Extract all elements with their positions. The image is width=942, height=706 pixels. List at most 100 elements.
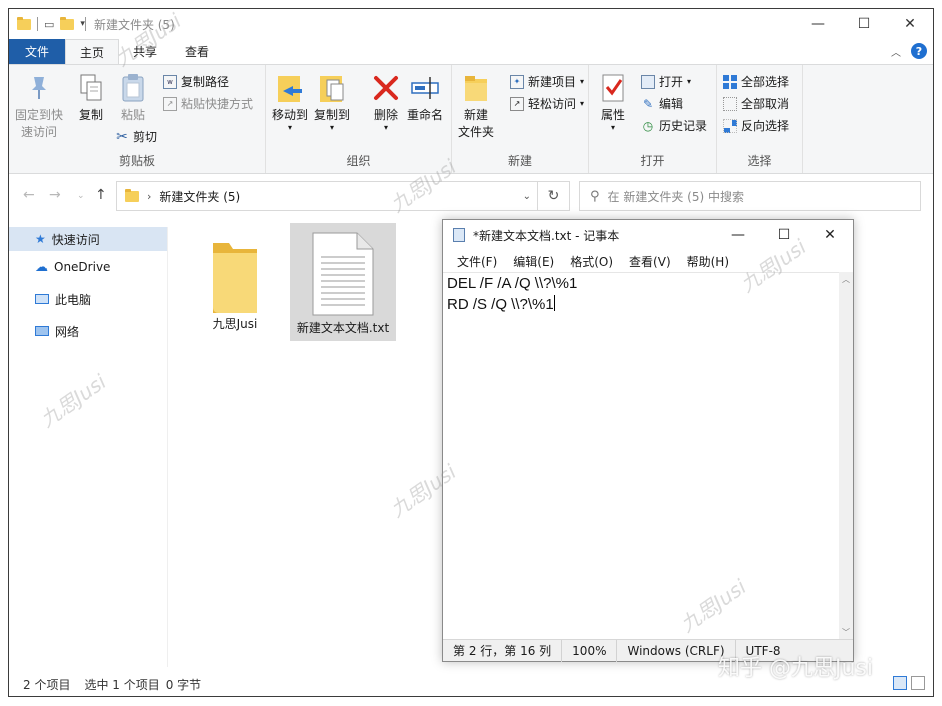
nav-item-this-pc[interactable]: 此电脑 xyxy=(9,283,167,315)
menu-format[interactable]: 格式(O) xyxy=(562,253,621,270)
move-to-icon xyxy=(274,71,306,105)
nav-item-label: 此电脑 xyxy=(55,292,92,307)
scroll-down-icon[interactable]: ﹀ xyxy=(842,627,850,638)
file-name: 新建文本文档.txt xyxy=(296,321,390,335)
forward-arrow-icon[interactable]: → xyxy=(49,187,61,203)
copy-path-label: 复制路径 xyxy=(181,75,230,89)
new-folder-button[interactable]: 新建 文件夹 xyxy=(458,71,494,141)
properties-button[interactable]: 属性 ▾ xyxy=(597,71,629,132)
menu-edit[interactable]: 编辑(E) xyxy=(505,253,562,270)
easy-access-label: 轻松访问 xyxy=(528,97,577,111)
zhihu-watermark: 知乎 @九思Jusi xyxy=(718,656,873,681)
details-view-icon[interactable] xyxy=(893,676,907,690)
new-item-icon: ✦ xyxy=(510,74,524,89)
copy-to-button[interactable]: 复制到 ▾ xyxy=(314,71,350,132)
close-button[interactable]: ✕ xyxy=(887,9,933,39)
delete-label: 删除 xyxy=(373,108,398,122)
notepad-text-area[interactable]: DEL /F /A /Q \\?\%1 RD /S /Q \\?\%1 xyxy=(443,272,853,640)
notepad-window: *新建文本文档.txt - 记事本 — ☐ ✕ 文件(F) 编辑(E) 格式(O… xyxy=(442,219,854,662)
refresh-icon: ↻ xyxy=(547,188,560,204)
paste-button[interactable]: 粘贴 xyxy=(117,71,149,124)
up-arrow-icon[interactable]: ↑ xyxy=(95,187,107,203)
notepad-title-bar: *新建文本文档.txt - 记事本 — ☐ ✕ xyxy=(443,220,853,250)
copy-icon xyxy=(75,71,107,105)
select-none-button[interactable]: 全部取消 xyxy=(723,95,789,112)
folder-icon xyxy=(17,16,31,30)
tab-share[interactable]: 共享 xyxy=(119,39,171,64)
copy-path-button[interactable]: w 复制路径 xyxy=(163,73,229,90)
paste-label: 粘贴 xyxy=(120,108,145,122)
paste-shortcut-button[interactable]: ↗ 粘贴快捷方式 xyxy=(163,95,253,112)
move-to-label: 移动到 xyxy=(272,108,309,122)
easy-access-icon: ↗ xyxy=(510,96,524,111)
history-icon: ◷ xyxy=(642,118,654,133)
clipboard-group-label: 剪贴板 xyxy=(118,154,155,168)
new-item-label: 新建项目 xyxy=(528,75,577,89)
copy-button[interactable]: 复制 xyxy=(75,71,107,124)
cut-button[interactable]: ✂ 剪切 xyxy=(115,128,157,145)
easy-access-button[interactable]: ↗ 轻松访问 ▾ xyxy=(510,95,584,112)
nav-item-quick-access[interactable]: ★ 快速访问 xyxy=(9,227,167,251)
minimize-button[interactable]: — xyxy=(795,9,841,39)
folder-icon xyxy=(125,188,139,202)
tab-file[interactable]: 文件 xyxy=(9,39,66,64)
menu-file[interactable]: 文件(F) xyxy=(449,253,505,270)
file-name: 九思Jusi xyxy=(212,317,258,331)
tab-home[interactable]: 主页 xyxy=(65,39,120,64)
address-dropdown-icon[interactable]: ⌄ xyxy=(523,191,531,202)
view-toggle-icons[interactable] xyxy=(893,676,925,690)
rename-button[interactable]: 重命名 xyxy=(407,71,443,124)
large-icons-view-icon[interactable] xyxy=(911,676,925,690)
maximize-button[interactable]: ☐ xyxy=(841,9,887,39)
file-item-text[interactable]: 新建文本文档.txt xyxy=(290,223,396,341)
nav-item-network[interactable]: 网络 xyxy=(9,315,167,347)
menu-help[interactable]: 帮助(H) xyxy=(679,253,737,270)
new-item-button[interactable]: ✦ 新建项目 ▾ xyxy=(510,73,584,90)
nav-item-onedrive[interactable]: ☁ OneDrive xyxy=(9,251,167,283)
title-divider xyxy=(84,17,86,31)
pin-to-quick-access-button[interactable]: 固定到快 速访问 xyxy=(15,71,63,141)
help-icon[interactable]: ? xyxy=(911,43,927,59)
address-bar[interactable]: › 新建文件夹 (5) ⌄ xyxy=(116,181,570,211)
easy-access-dropdown-icon: ▾ xyxy=(580,99,585,108)
recent-dropdown-icon[interactable]: ⌄ xyxy=(77,191,85,201)
breadcrumb-chevron-icon[interactable]: › xyxy=(147,190,151,203)
file-item-folder[interactable]: 九思Jusi xyxy=(195,227,275,339)
cut-label: 剪切 xyxy=(133,130,158,144)
select-all-button[interactable]: 全部选择 xyxy=(723,73,789,90)
toolbar-divider xyxy=(37,17,38,31)
notepad-close-button[interactable]: ✕ xyxy=(807,220,853,250)
nav-item-label: 网络 xyxy=(55,324,80,339)
history-button[interactable]: ◷ 历史记录 xyxy=(641,117,707,134)
scroll-up-icon[interactable]: ︿ xyxy=(842,274,850,285)
pane-divider xyxy=(167,227,168,667)
notepad-maximize-button[interactable]: ☐ xyxy=(761,220,807,250)
select-all-icon xyxy=(723,74,737,89)
notepad-menu-bar: 文件(F) 编辑(E) 格式(O) 查看(V) 帮助(H) xyxy=(443,250,853,272)
properties-icon[interactable]: ▭ xyxy=(44,18,54,31)
text-line: DEL /F /A /Q \\?\%1 xyxy=(447,275,578,292)
notepad-minimize-button[interactable]: — xyxy=(715,220,761,250)
organize-group-label: 组织 xyxy=(346,154,371,168)
breadcrumb[interactable]: 新建文件夹 (5) xyxy=(159,188,240,205)
notepad-vertical-scrollbar[interactable]: ︿ ﹀ xyxy=(839,272,853,640)
copy-to-dropdown-icon: ▾ xyxy=(330,123,335,132)
notepad-title: *新建文本文档.txt - 记事本 xyxy=(473,228,620,243)
properties-label: 属性 xyxy=(600,108,625,122)
edit-button[interactable]: ✎ 编辑 xyxy=(641,95,683,112)
open-icon xyxy=(641,74,655,89)
text-line: RD /S /Q \\?\%1 xyxy=(447,296,554,313)
move-to-button[interactable]: 移动到 ▾ xyxy=(272,71,308,132)
open-button[interactable]: 打开 ▾ xyxy=(641,73,691,90)
invert-selection-button[interactable]: 反向选择 xyxy=(723,117,789,134)
new-folder-icon[interactable] xyxy=(60,16,75,30)
chevron-down-icon[interactable]: ︿ xyxy=(891,44,901,59)
search-input[interactable]: ⚲ 在 新建文件夹 (5) 中搜索 xyxy=(579,181,921,211)
text-caret xyxy=(553,295,555,311)
tab-view[interactable]: 查看 xyxy=(171,39,223,64)
refresh-button[interactable]: ↻ xyxy=(537,181,569,211)
delete-button[interactable]: 删除 ▾ xyxy=(370,71,402,132)
back-arrow-icon[interactable]: ← xyxy=(23,187,35,203)
menu-view[interactable]: 查看(V) xyxy=(621,253,679,270)
text-line-with-caret: RD /S /Q \\?\%1 xyxy=(447,294,577,315)
